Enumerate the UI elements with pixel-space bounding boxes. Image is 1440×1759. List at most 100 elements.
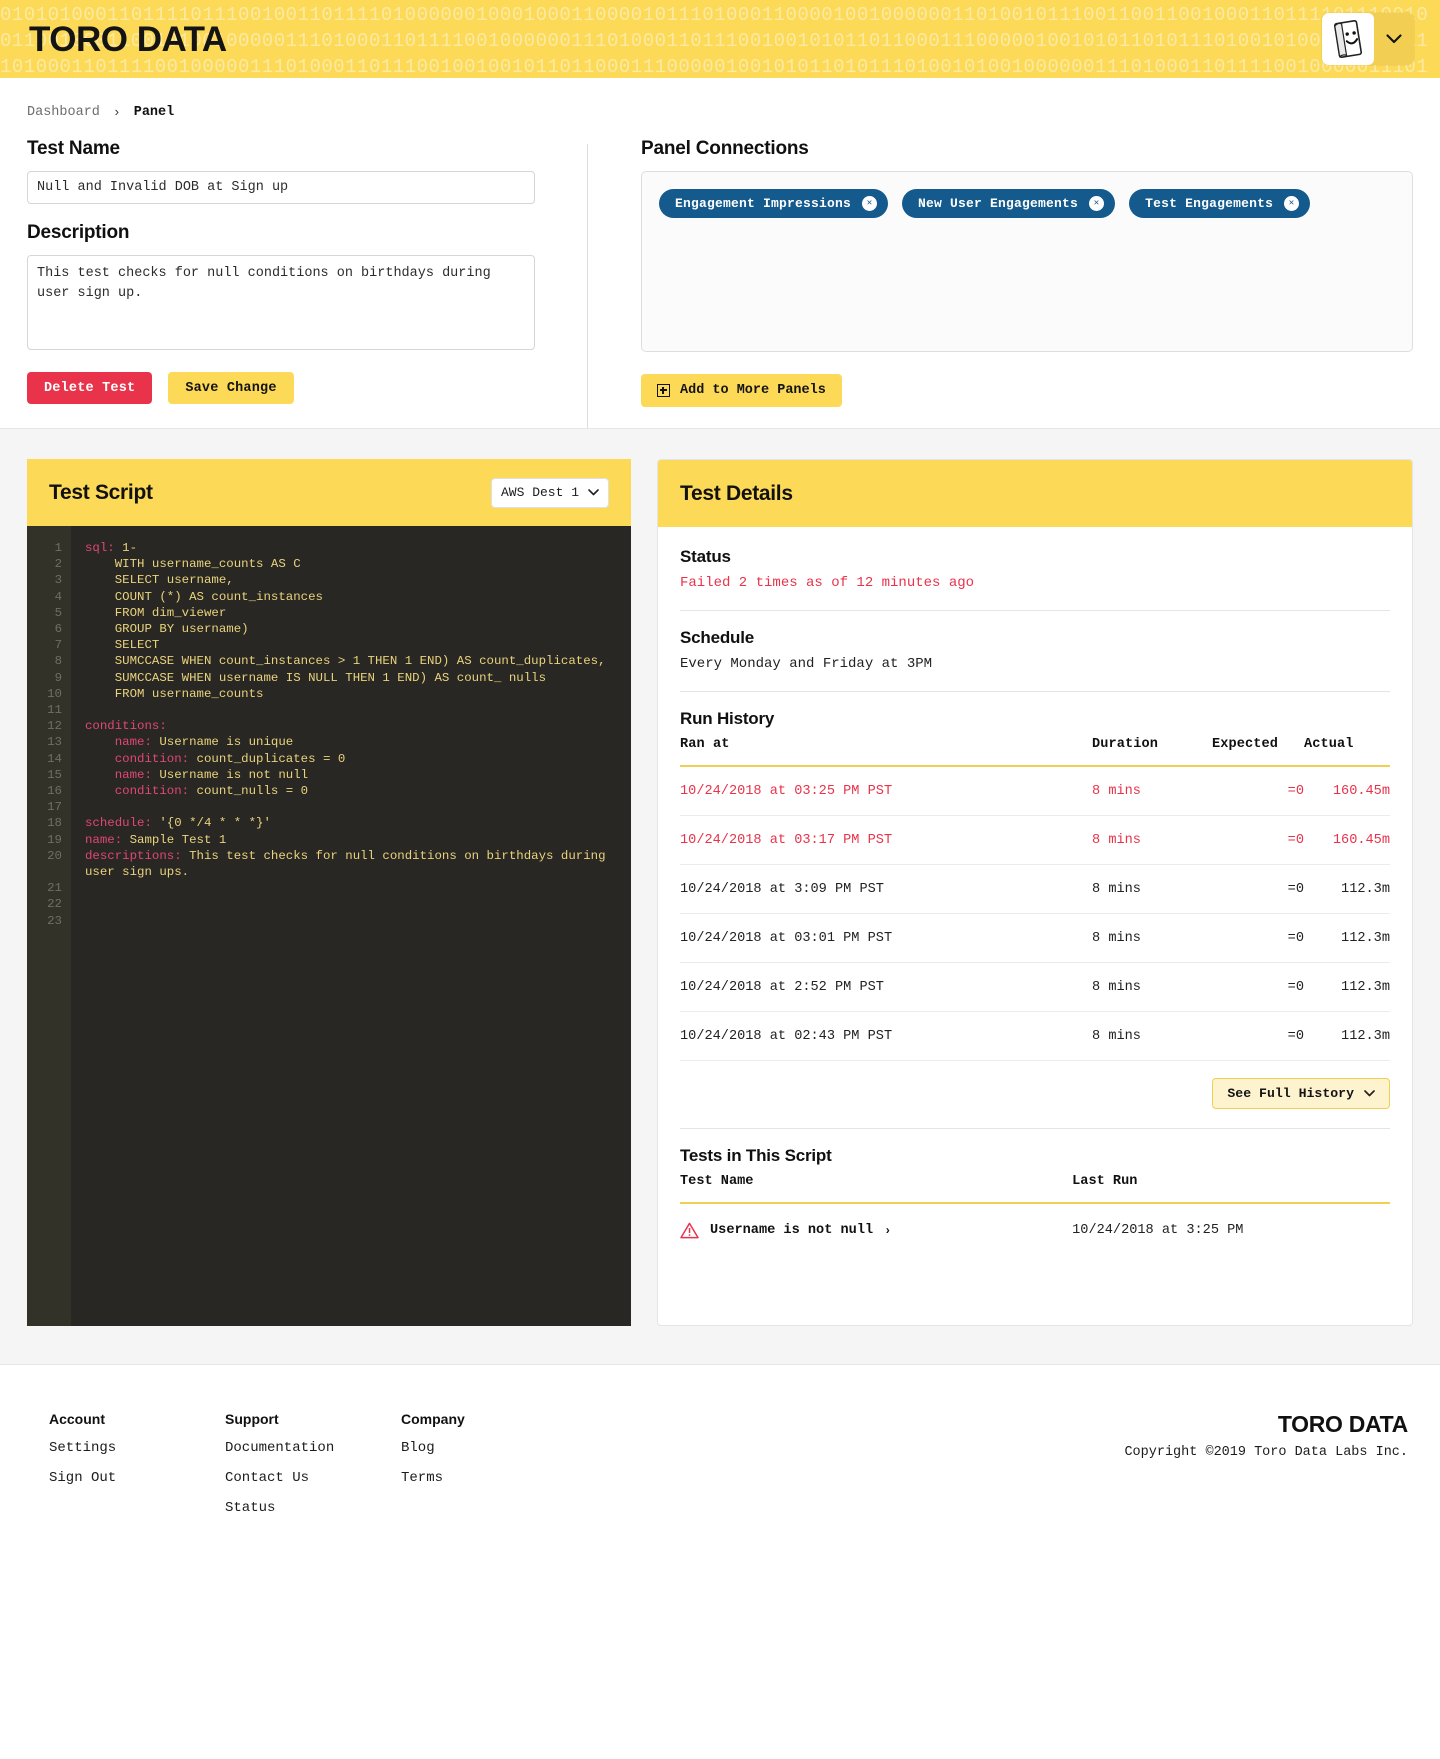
table-row[interactable]: 10/24/2018 at 03:25 PM PST 8 mins =0 160.45… xyxy=(680,766,1390,816)
footer-copyright: Copyright ©2019 Toro Data Labs Inc. xyxy=(1124,1445,1408,1460)
table-row[interactable]: 10/24/2018 at 03:17 PM PST 8 mins =0 160.45… xyxy=(680,815,1390,865)
save-change-button[interactable]: Save Change xyxy=(168,372,294,404)
code-content[interactable]: sql: 1- WITH username_counts AS C SELECT… xyxy=(71,526,631,1326)
footer-link[interactable]: Terms xyxy=(401,1470,515,1486)
code-line-number: 7 xyxy=(54,638,62,653)
code-line-number: 15 xyxy=(47,767,62,782)
close-icon[interactable]: ✕ xyxy=(1284,196,1300,211)
table-row[interactable]: Username is not null › 10/24/2018 at 3:25 … xyxy=(680,1203,1390,1243)
cell-ran-at: 10/24/2018 at 2:52 PM PST xyxy=(680,962,1092,1012)
breadcrumb-current: Panel xyxy=(133,105,175,120)
cell-duration: 8 mins xyxy=(1092,913,1212,963)
test-name-label: Test Name xyxy=(27,138,120,159)
table-row[interactable]: 10/24/2018 at 03:01 PM PST 8 mins =0 112.3m xyxy=(680,913,1390,963)
cell-ran-at: 10/24/2018 at 03:17 PM PST xyxy=(680,815,1092,865)
description-label: Description xyxy=(27,222,130,243)
test-details-body: Status Failed 2 times as of 12 minutes a… xyxy=(658,527,1412,1269)
table-row[interactable]: 10/24/2018 at 02:43 PM PST 8 mins =0 112.3m xyxy=(680,1011,1390,1061)
footer-link[interactable]: Sign Out xyxy=(49,1470,163,1486)
code-line: schedule: '{0 */4 * * *}' xyxy=(85,816,271,831)
footer-link[interactable]: Settings xyxy=(49,1440,163,1456)
footer-column: Account Settings Sign Out xyxy=(49,1411,163,1530)
code-line-number: 11 xyxy=(47,703,62,718)
delete-test-button[interactable]: Delete Test xyxy=(27,372,153,404)
app-header: 0101010001101111011100100110111101000000… xyxy=(0,0,1440,78)
account-menu[interactable] xyxy=(1322,13,1414,65)
destination-select-value: AWS Dest 1 xyxy=(500,485,579,500)
code-line-number: 1 xyxy=(54,541,62,555)
code-line-number: 20 xyxy=(47,848,62,863)
panel-chip[interactable]: Test Engagements ✕ xyxy=(1129,189,1311,218)
code-editor[interactable]: 1 2 3 4 5 6 7 8 9 10 11 12 13 14 15 16 17 18 19 20 21 22 23 sq… xyxy=(27,526,631,1326)
code-line: COUNT (*) AS count_instances xyxy=(85,589,323,604)
add-to-more-panels-button[interactable]: Add to More Panels xyxy=(641,374,842,407)
cell-actual: 112.3m xyxy=(1304,962,1390,1012)
table-row[interactable]: 10/24/2018 at 2:52 PM PST 8 mins =0 112.3m xyxy=(680,962,1390,1012)
run-history-label: Run History xyxy=(680,709,775,728)
code-line-number: 22 xyxy=(47,897,62,912)
smiling-book-avatar-icon xyxy=(1333,19,1363,59)
code-line-number: 8 xyxy=(54,654,62,669)
code-line-number: 12 xyxy=(47,719,62,734)
status-label: Status xyxy=(680,547,731,566)
code-line-number: 23 xyxy=(47,913,62,928)
run-history-table: Ran at Duration Expected Actual 10/24/20… xyxy=(680,737,1390,1061)
description-textarea[interactable]: This test checks for null conditions on … xyxy=(27,255,535,350)
footer-columns: Account Settings Sign Out Support Documentat… xyxy=(27,1411,515,1530)
code-line-number: 16 xyxy=(47,784,62,799)
code-line: FROM dim_viewer xyxy=(85,605,227,620)
code-line: name: Username is unique xyxy=(85,735,294,750)
test-details-title: Test Details xyxy=(680,481,793,505)
footer-column: Support Documentation Contact Us Status xyxy=(225,1411,339,1530)
breadcrumb: Dashboard › Panel xyxy=(0,78,1440,120)
footer-link[interactable]: Documentation xyxy=(225,1440,339,1456)
code-line: WITH username_counts AS C xyxy=(85,557,301,572)
close-icon[interactable]: ✕ xyxy=(1089,196,1105,211)
plus-square-icon xyxy=(657,384,670,397)
chevron-right-icon[interactable]: › xyxy=(884,1224,891,1238)
footer-column: Company Blog Terms xyxy=(401,1411,515,1530)
chevron-down-icon[interactable] xyxy=(1374,13,1414,65)
test-script-title: Test Script xyxy=(49,480,153,504)
code-line-number: 3 xyxy=(54,573,62,588)
code-line: SELECT username, xyxy=(85,573,234,588)
test-meta-form: Test Name Null and Invalid DOB at Sign u… xyxy=(27,138,587,428)
test-details-header: Test Details xyxy=(658,460,1412,527)
divider xyxy=(680,1128,1390,1129)
code-line-numbers: 1 2 3 4 5 6 7 8 9 10 11 12 13 14 15 16 17 18 19 20 21 22 23 xyxy=(27,526,71,1326)
footer-column-title: Account xyxy=(49,1411,105,1427)
test-name-input[interactable]: Null and Invalid DOB at Sign up xyxy=(27,171,535,204)
panel-chip[interactable]: Engagement Impressions ✕ xyxy=(659,189,889,218)
code-line: GROUP BY username) xyxy=(85,622,249,637)
panel-chip-label: New User Engagements xyxy=(918,196,1079,211)
code-line: name: Username is not null xyxy=(85,767,309,782)
footer-link[interactable]: Blog xyxy=(401,1440,515,1456)
footer-link[interactable]: Contact Us xyxy=(225,1470,339,1486)
chevron-down-icon xyxy=(1364,1090,1375,1097)
see-full-history-button[interactable]: See Full History xyxy=(1212,1078,1390,1109)
cell-ran-at: 10/24/2018 at 03:25 PM PST xyxy=(680,766,1092,816)
cell-expected: =0 xyxy=(1212,1011,1304,1061)
panel-chip[interactable]: New User Engagements ✕ xyxy=(902,189,1116,218)
code-line: SUMCCASE WHEN count_instances > 1 THEN 1… xyxy=(85,654,606,669)
close-icon[interactable]: ✕ xyxy=(862,196,878,211)
test-name-link[interactable]: Username is not null xyxy=(710,1223,873,1238)
code-line: name: Sample Test 1 xyxy=(85,832,227,847)
panel-chip-label: Engagement Impressions xyxy=(675,196,852,211)
cell-actual: 160.45m xyxy=(1304,766,1390,816)
main-content: Test Script AWS Dest 1 1 2 3 4 5 6 7 8 9 10 11 12 13… xyxy=(0,428,1440,1364)
footer-link[interactable]: Status xyxy=(225,1500,339,1516)
footer-column-title: Company xyxy=(401,1411,465,1427)
app-logo: TORO DATA xyxy=(29,19,227,59)
cell-duration: 8 mins xyxy=(1092,864,1212,914)
avatar[interactable] xyxy=(1322,13,1374,65)
cell-ran-at: 10/24/2018 at 03:01 PM PST xyxy=(680,913,1092,963)
breadcrumb-dashboard[interactable]: Dashboard xyxy=(27,105,100,120)
code-line: FROM username_counts xyxy=(85,686,264,701)
table-row[interactable]: 10/24/2018 at 3:09 PM PST 8 mins =0 112.3m xyxy=(680,864,1390,914)
cell-ran-at: 10/24/2018 at 02:43 PM PST xyxy=(680,1011,1092,1061)
destination-select[interactable]: AWS Dest 1 xyxy=(490,477,609,508)
cell-duration: 8 mins xyxy=(1092,1011,1212,1061)
